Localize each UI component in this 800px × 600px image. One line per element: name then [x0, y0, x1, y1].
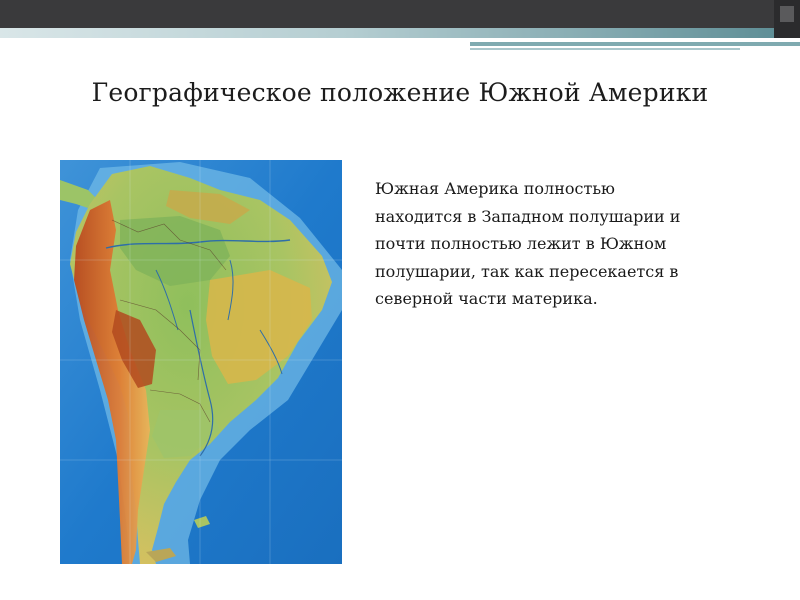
south-america-map-graphic — [60, 160, 342, 564]
body-line: находится в Западном полушарии и — [375, 206, 681, 226]
south-america-map-image — [60, 160, 342, 564]
body-line: северной части материка. — [375, 289, 598, 308]
header-rule-primary — [470, 42, 800, 46]
header-accent-gradient — [0, 28, 780, 38]
slide-title: Географическое положение Южной Америки — [91, 78, 709, 107]
body-line: почти полностью лежит в Южном — [375, 234, 667, 253]
header-rule-secondary — [470, 48, 740, 50]
body-line: Южная Америка полностью — [375, 179, 615, 198]
slide-body-text: Южная Америка полностью находится в Запа… — [375, 175, 725, 313]
header-corner-tab — [774, 0, 800, 38]
header-band — [0, 0, 800, 28]
body-line: полушарии, так как пересекается в — [375, 261, 679, 281]
